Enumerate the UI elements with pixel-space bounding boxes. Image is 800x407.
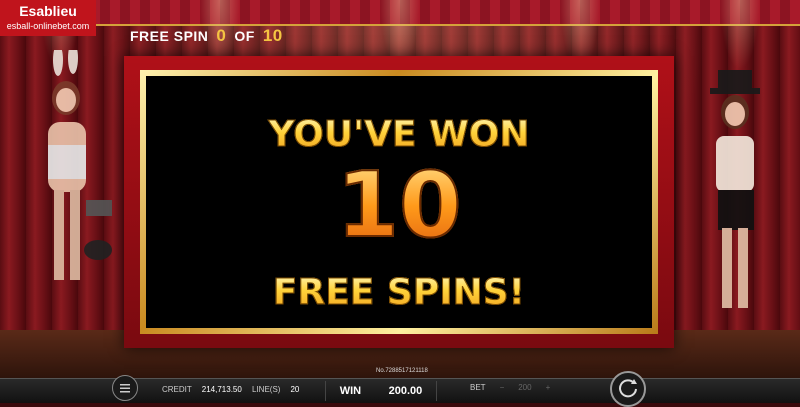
bet-increase-button[interactable]: + [546, 383, 551, 392]
credit-label: CREDIT [162, 385, 192, 394]
win-value: 200.00 [388, 385, 423, 397]
bet-value: 200 [518, 383, 532, 392]
credit-display: CREDIT 214,713.50 [162, 385, 242, 394]
lines-display: LINE(S) 20 [252, 385, 299, 394]
lines-label: LINE(S) [252, 385, 281, 394]
bottom-control-bar: CREDIT 214,713.50 LINE(S) 20 WIN 200.00 … [0, 371, 800, 407]
free-spin-total: 10 [262, 26, 283, 45]
win-label: WIN [339, 385, 362, 397]
free-spin-label: FREE SPIN [130, 28, 209, 44]
credit-value: 214,713.50 [201, 385, 242, 394]
ticket-number: No.7288517121118 [376, 368, 428, 374]
spotlight-decoration [720, 0, 760, 70]
logo-text: Esablieu [19, 3, 77, 19]
popup-subheading: FREE SPINS! [146, 272, 652, 314]
free-spin-of-label: OF [234, 28, 255, 44]
popup-heading: YOU'VE WON [146, 114, 652, 156]
bunny-girl-character [48, 50, 112, 280]
popup-spin-count: 10 [146, 155, 652, 257]
menu-icon [120, 384, 130, 393]
win-display: WIN 200.00 [325, 381, 437, 401]
bet-label: BET [470, 383, 486, 392]
free-spin-current: 0 [216, 26, 227, 45]
popup-gold-frame: YOU'VE WON 10 FREE SPINS! [140, 70, 658, 334]
free-spin-counter: FREE SPIN 0 OF 10 [130, 26, 283, 46]
lines-value: 20 [290, 385, 300, 394]
menu-button[interactable] [112, 375, 138, 401]
popup-screen: YOU'VE WON 10 FREE SPINS! [146, 76, 652, 328]
logo-url: esball-onlinebet.com [6, 21, 90, 31]
magician-girl-character [710, 70, 760, 308]
spin-icon [619, 379, 637, 398]
site-logo: Esablieu esball-onlinebet.com [0, 0, 96, 36]
bet-decrease-button[interactable]: − [500, 383, 505, 392]
win-popup[interactable]: YOU'VE WON 10 FREE SPINS! [124, 56, 674, 348]
bet-controls: BET − 200 + [470, 383, 550, 392]
